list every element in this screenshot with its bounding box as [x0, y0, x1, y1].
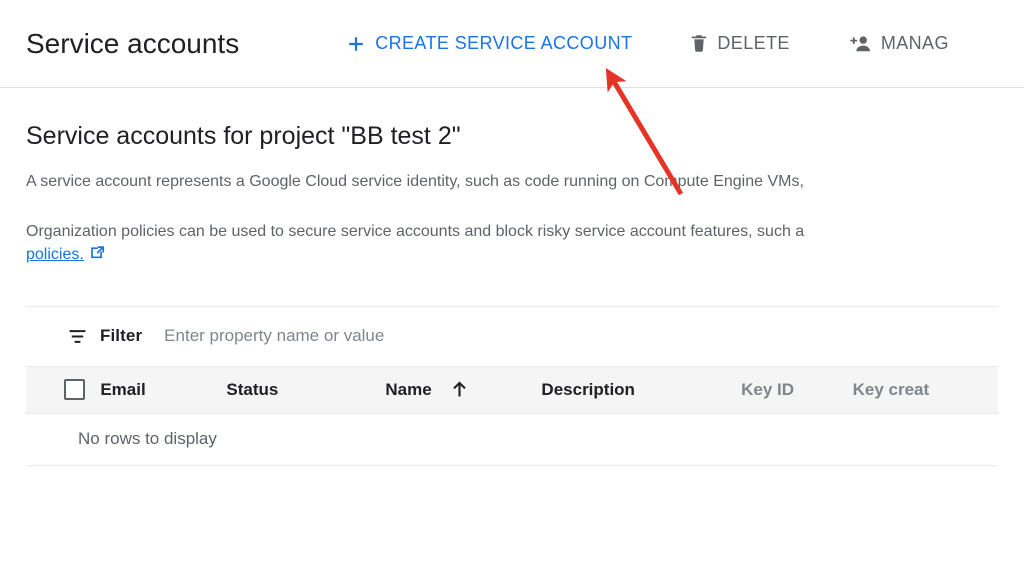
column-header-email[interactable]: Email: [100, 380, 226, 400]
column-header-status[interactable]: Status: [226, 380, 385, 400]
person-add-icon: [848, 34, 872, 54]
service-accounts-table: Email Status Name Description Key ID Key…: [26, 365, 998, 466]
column-header-name-label: Name: [385, 379, 432, 399]
service-accounts-table-block: Filter Email Status Name Descr: [26, 305, 998, 466]
create-service-account-label: CREATE SERVICE ACCOUNT: [375, 33, 633, 53]
filter-label: Filter: [100, 326, 143, 346]
column-header-description[interactable]: Description: [541, 380, 741, 400]
toolbar-actions: CREATE SERVICE ACCOUNT DELETE MANAG: [346, 33, 949, 54]
column-header-key-creation-date[interactable]: Key creat: [853, 380, 998, 400]
description-paragraph-2-text: Organization policies can be used to sec…: [26, 223, 805, 241]
organization-policies-link[interactable]: policies.: [26, 246, 84, 263]
table-header-row: Email Status Name Description Key ID Key…: [26, 365, 998, 414]
table-empty-state: No rows to display: [26, 414, 998, 466]
filter-icon[interactable]: [67, 326, 88, 347]
section-heading: Service accounts for project "BB test 2": [26, 122, 461, 150]
select-all-checkbox-cell: [26, 379, 100, 401]
filter-input[interactable]: [164, 326, 765, 347]
arrow-up-icon: [449, 379, 470, 400]
organization-policies-link-label: policies.: [26, 246, 84, 264]
delete-label: DELETE: [717, 33, 790, 53]
manage-access-button[interactable]: MANAG: [848, 33, 949, 54]
top-toolbar: Service accounts CREATE SERVICE ACCOUNT …: [0, 0, 1024, 88]
select-all-checkbox[interactable]: [63, 379, 85, 401]
delete-button[interactable]: DELETE: [690, 33, 789, 54]
external-link-icon[interactable]: [89, 244, 106, 268]
description-paragraph-1: A service account represents a Google Cl…: [26, 173, 804, 190]
filter-bar: Filter: [26, 307, 998, 366]
plus-icon: [346, 34, 366, 54]
column-header-name[interactable]: Name: [385, 379, 541, 400]
description-paragraph-2: Organization policies can be used to sec…: [26, 220, 998, 268]
create-service-account-button[interactable]: CREATE SERVICE ACCOUNT: [346, 33, 632, 54]
page-content: Service accounts for project "BB test 2"…: [0, 121, 1024, 466]
column-header-key-id[interactable]: Key ID: [741, 380, 852, 400]
trash-icon: [690, 34, 708, 54]
manage-access-label: MANAG: [880, 33, 949, 53]
page-title: Service accounts: [26, 27, 240, 59]
